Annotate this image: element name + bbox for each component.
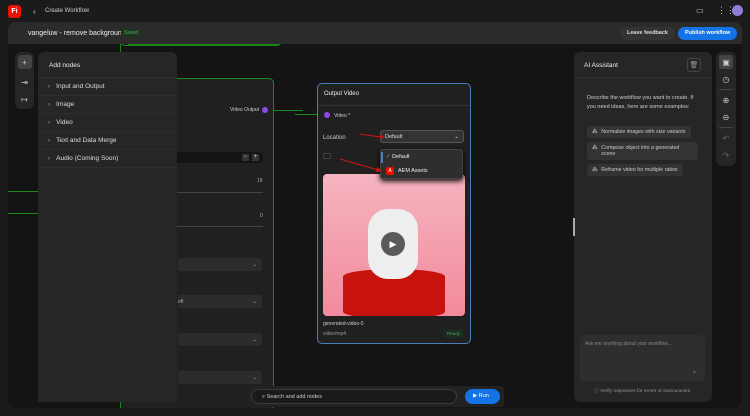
minus-button[interactable]: − xyxy=(242,154,249,161)
search-placeholder: Search and add nodes xyxy=(266,394,322,400)
ready-badge: Ready xyxy=(444,329,464,338)
output-video-node[interactable]: Output Video Video * Location Default ⌄ 🗀… xyxy=(317,83,471,344)
add-icon[interactable]: + xyxy=(17,55,32,69)
select-value: eft xyxy=(178,298,184,305)
slider[interactable] xyxy=(176,192,263,193)
chevron-right-icon: › xyxy=(48,101,51,108)
category-text-data-merge[interactable]: › Text and Data Merge xyxy=(38,132,177,150)
sparkle-icon: ⁂ xyxy=(592,167,598,173)
redo-icon[interactable]: ↷ xyxy=(719,148,733,162)
send-icon[interactable]: ➢ xyxy=(692,369,697,376)
select-field[interactable]: ⌄ xyxy=(178,333,262,346)
trash-icon[interactable]: 🗑 xyxy=(687,58,701,72)
suggestion-button[interactable]: ⁂ Compose object into a generated scene xyxy=(587,142,698,160)
left-toolbar: + ⇥ ↦ xyxy=(15,52,34,109)
annotation-arrows xyxy=(339,133,384,172)
category-label: Video xyxy=(56,119,73,126)
video-output-port[interactable] xyxy=(262,107,268,113)
suggestion-label: Compose object into a generated scene xyxy=(601,145,680,157)
category-video[interactable]: › Video xyxy=(38,114,177,132)
page-title: Create Workflow xyxy=(45,8,90,14)
slider-value: 18 xyxy=(257,178,263,184)
workflow-header: vangeluw - remove background Saved Leave… xyxy=(8,22,742,44)
chat-placeholder: Ask me anything about your workflow... xyxy=(585,341,672,347)
avatar[interactable] xyxy=(732,5,743,16)
bottom-bar: ⌕ Search and add nodes ▶ Run xyxy=(248,386,504,407)
top-bar: Fi ‹ Create Workflow ▭ ⋮⋮ xyxy=(0,0,750,22)
chevron-right-icon: › xyxy=(48,155,51,162)
category-label: Text and Data Merge xyxy=(56,137,117,144)
ai-intro: Describe the workflow you want to create… xyxy=(587,95,694,110)
sparkle-icon: ⁂ xyxy=(592,145,598,151)
undo-icon[interactable]: ↶ xyxy=(719,131,733,145)
chevron-right-icon: › xyxy=(48,119,51,126)
panel-title: Add nodes xyxy=(38,52,177,78)
suggestion-button[interactable]: ⁂ Normalize images with size variants xyxy=(587,126,691,138)
add-nodes-panel: Add nodes › Input and Output › Image › Vide… xyxy=(38,52,177,402)
number-stepper[interactable]: − + xyxy=(176,152,263,163)
video-thumbnail[interactable]: ▶ xyxy=(323,174,465,316)
video-input-port[interactable] xyxy=(324,112,330,118)
disclaimer: ⓘ Verify responses for errors or inaccur… xyxy=(594,387,691,394)
suggestion-button[interactable]: ⁂ Reframe video for multiple ratios xyxy=(587,164,683,176)
plus-button[interactable]: + xyxy=(252,154,259,161)
chevron-right-icon: › xyxy=(48,137,51,144)
select-field[interactable]: ⌄ xyxy=(178,371,262,384)
zoom-out-icon[interactable]: ⊖ xyxy=(719,110,733,124)
import-icon[interactable]: ⇥ xyxy=(18,75,32,89)
export-icon[interactable]: ↦ xyxy=(18,92,32,106)
category-label: Input and Output xyxy=(56,83,105,90)
chevron-right-icon: › xyxy=(48,83,51,90)
select-field[interactable]: ⌄ xyxy=(178,258,262,271)
file-type: video/mp4 xyxy=(323,331,347,337)
category-label: Audio (Coming Soon) xyxy=(56,155,119,162)
workflow-name[interactable]: vangeluw - remove background xyxy=(28,30,126,37)
suggestion-label: Reframe video for multiple ratios xyxy=(601,167,678,173)
category-label: Image xyxy=(56,101,75,108)
app-logo: Fi xyxy=(8,5,21,18)
slider-value: 0 xyxy=(260,213,263,219)
node-title: Output Video xyxy=(318,84,470,106)
leave-feedback-button[interactable]: Leave feedback xyxy=(620,27,675,40)
suggestions: ⁂ Normalize images with size variants ⁂ Co… xyxy=(587,126,699,180)
ai-chat-icon[interactable]: ▣ xyxy=(719,55,733,69)
zoom-in-icon[interactable]: ⊕ xyxy=(719,93,733,107)
ai-assistant-panel: AI Assistant 🗑 Describe the workflow you… xyxy=(574,52,712,402)
run-label: Run xyxy=(478,393,489,399)
search-nodes-input[interactable]: ⌕ Search and add nodes xyxy=(251,389,457,404)
slider[interactable] xyxy=(176,226,263,227)
location-select[interactable]: Default ⌄ xyxy=(380,130,464,143)
play-icon[interactable]: ▶ xyxy=(381,232,405,256)
category-input-output[interactable]: › Input and Output xyxy=(38,78,177,96)
ai-chat-input[interactable]: Ask me anything about your workflow... ➢ xyxy=(580,335,705,382)
port-label: Video * xyxy=(334,113,351,119)
location-dropdown: ✓ Default A AEM Assets xyxy=(380,149,463,179)
category-image[interactable]: › Image xyxy=(38,96,177,114)
run-button[interactable]: ▶ Run xyxy=(465,389,500,404)
node-categories: › Input and Output › Image › Video › Text an… xyxy=(38,78,177,168)
file-name: generated-video-0 xyxy=(323,321,364,327)
right-toolbar: ▣ ◷ ⊕ ⊖ ↶ ↷ xyxy=(716,52,736,166)
suggestion-label: Normalize images with size variants xyxy=(601,129,686,135)
category-audio[interactable]: › Audio (Coming Soon) xyxy=(38,150,177,168)
disclaimer-text: Verify responses for errors or inaccurac… xyxy=(600,389,692,394)
option-aem-assets[interactable]: A AEM Assets xyxy=(386,167,428,175)
saved-badge: Saved xyxy=(121,29,142,37)
chat-icon[interactable]: ▭ xyxy=(696,6,704,15)
option-label: AEM Assets xyxy=(398,168,428,174)
chevron-down-icon: ⌄ xyxy=(454,134,459,140)
option-label: Default xyxy=(392,154,410,160)
history-icon[interactable]: ◷ xyxy=(719,72,733,86)
select-field[interactable]: eft ⌄ xyxy=(178,295,262,308)
publish-workflow-button[interactable]: Publish workflow xyxy=(678,27,738,40)
sparkle-icon: ⁂ xyxy=(592,129,598,135)
port-label: Video Output xyxy=(230,107,260,113)
back-icon[interactable]: ‹ xyxy=(33,7,36,16)
resize-handle[interactable] xyxy=(573,218,575,236)
